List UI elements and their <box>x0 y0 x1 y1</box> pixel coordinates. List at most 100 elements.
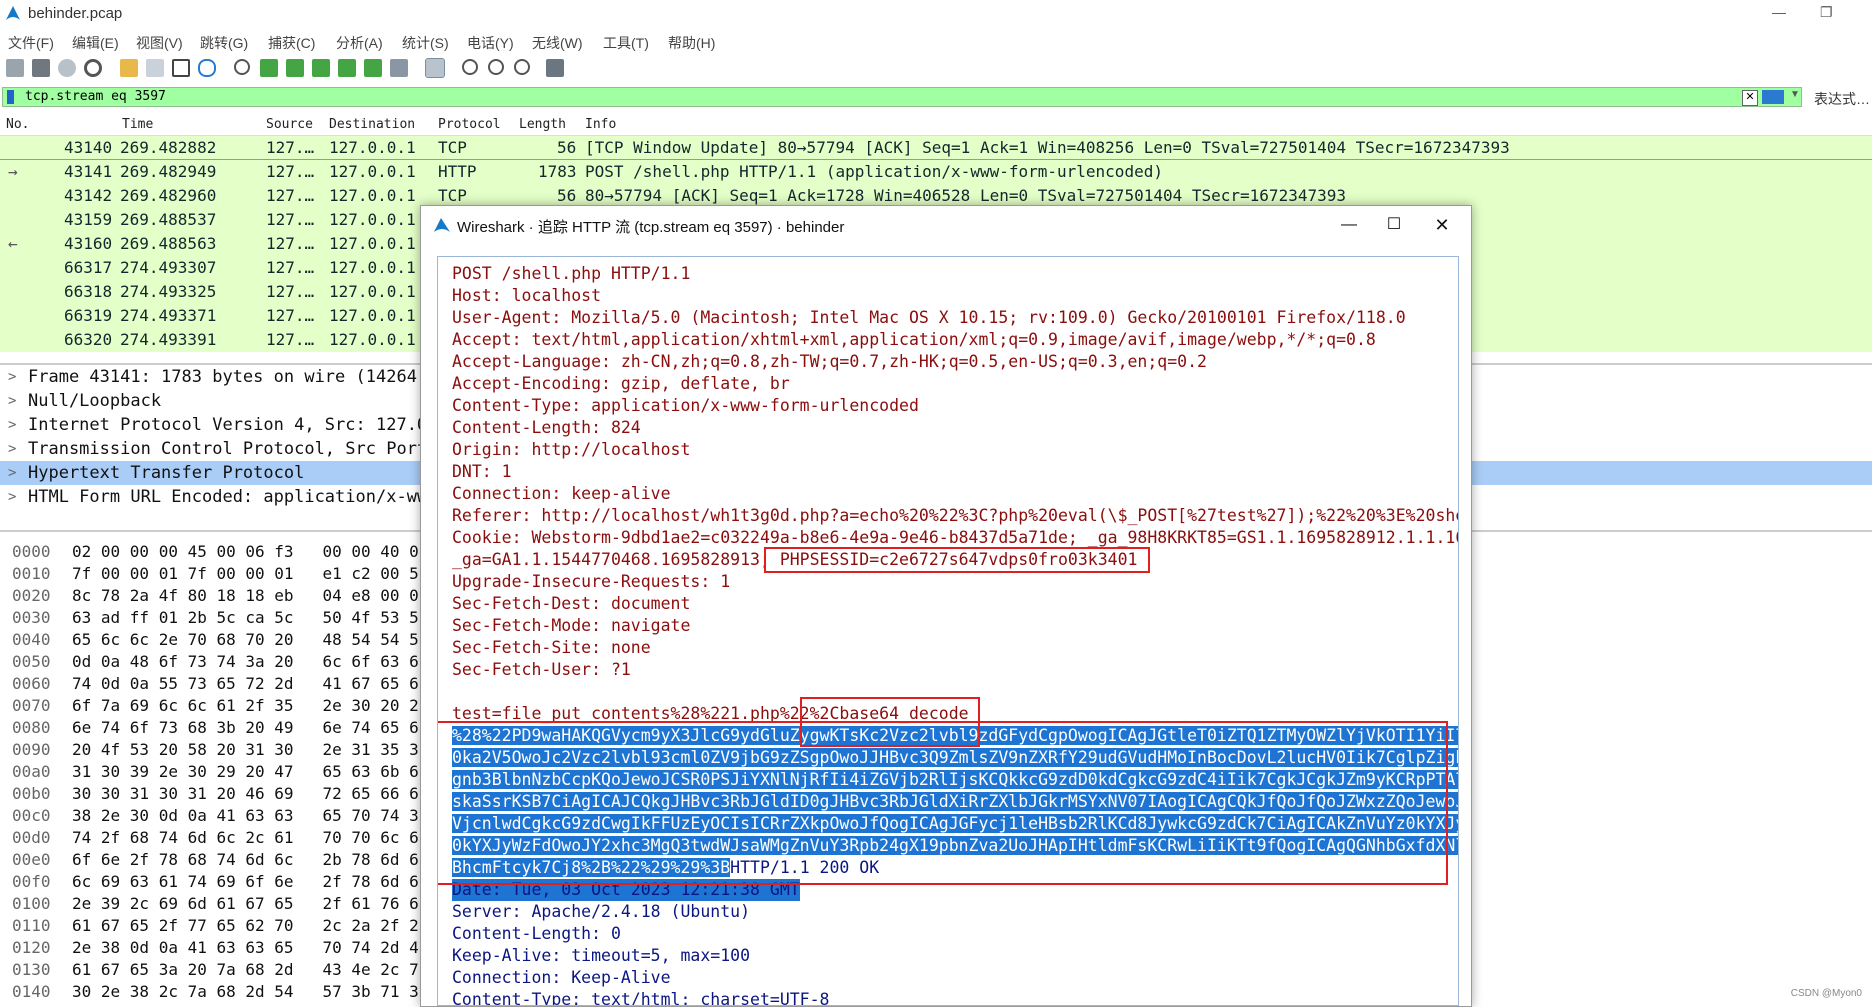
menu-statistics[interactable]: 统计(S) <box>402 33 449 53</box>
bytes-offset: 0110 <box>12 916 51 935</box>
packet-row[interactable]: 43140 269.482882 127.… 127.0.0.1 TCP 56 … <box>0 136 1872 160</box>
bytes-offset: 0090 <box>12 740 51 759</box>
bytes-offset: 00d0 <box>12 828 51 847</box>
expand-arrow-icon[interactable]: > <box>8 389 16 413</box>
close-file-icon[interactable] <box>172 59 190 77</box>
menu-wireless[interactable]: 无线(W) <box>532 33 583 53</box>
bytes-hex: 61 67 65 2f 77 65 62 70 2c 2a 2f 2 <box>72 916 419 935</box>
payload-selected-text: 0ka2V5OwoJc2Vzc2lvbl93cml0ZV9jbG9zZSgpOw… <box>452 748 1458 767</box>
menu-tools[interactable]: 工具(T) <box>603 33 649 53</box>
bytes-hex: 0d 0a 48 6f 73 74 3a 20 6c 6f 63 6 <box>72 652 419 671</box>
display-filter-input[interactable]: tcp.stream eq 3597 <box>2 87 1802 107</box>
packet-info: [TCP Window Update] 80→57794 [ACK] Seq=1… <box>585 138 1510 157</box>
start-capture-icon[interactable] <box>6 59 24 77</box>
minimize-icon[interactable]: — <box>1772 4 1786 20</box>
expand-arrow-icon[interactable]: > <box>8 485 16 509</box>
zoom-in-icon[interactable] <box>462 59 478 75</box>
packet-row-selected[interactable]: → 43141 269.482949 127.… 127.0.0.1 HTTP … <box>0 159 1872 185</box>
request-line: _ga=GA1.1.1544770468.1695828913; PHPSESS… <box>452 550 1138 569</box>
expand-arrow-icon[interactable]: > <box>8 413 16 437</box>
packet-time: 274.493325 <box>120 282 217 301</box>
bytes-offset: 0010 <box>12 564 51 583</box>
first-packet-icon[interactable] <box>338 59 356 77</box>
request-line: DNT: 1 <box>452 462 512 481</box>
column-destination[interactable]: Destination <box>329 117 415 132</box>
expand-arrow-icon[interactable]: > <box>8 461 16 485</box>
filter-history-dropdown-icon[interactable]: ▼ <box>1790 89 1800 100</box>
go-forward-icon[interactable] <box>286 59 304 77</box>
detail-label: Null/Loopback <box>28 391 162 411</box>
dialog-maximize-icon[interactable]: ☐ <box>1371 212 1417 238</box>
dialog-close-icon[interactable]: ✕ <box>1419 212 1465 238</box>
bytes-offset: 0040 <box>12 630 51 649</box>
bytes-offset: 00c0 <box>12 806 51 825</box>
menu-analyze[interactable]: 分析(A) <box>336 33 383 53</box>
column-protocol[interactable]: Protocol <box>438 117 501 132</box>
packet-info: POST /shell.php HTTP/1.1 (application/x-… <box>585 162 1163 181</box>
display-filter-bar: tcp.stream eq 3597 ✕ ▼ 表达式… <box>0 86 1872 110</box>
payload-selected-text: 0kYXJyWzFdOwoJY2xhc3MgQ3twdWJsaWMgZnVuY3… <box>452 836 1458 855</box>
expression-button[interactable]: 表达式… <box>1814 89 1870 109</box>
bytes-hex: 2e 39 2c 69 6d 61 67 65 2f 61 76 6 <box>72 894 419 913</box>
wireshark-fin-icon <box>434 218 450 232</box>
find-packet-icon[interactable] <box>234 59 250 75</box>
packet-no: 43159 <box>64 210 113 229</box>
packet-time: 274.493391 <box>120 330 217 349</box>
go-to-packet-icon[interactable] <box>312 59 330 77</box>
resize-columns-icon[interactable] <box>546 59 564 77</box>
column-time[interactable]: Time <box>122 117 153 132</box>
restore-icon[interactable]: ❐ <box>1820 4 1833 21</box>
payload-selected-text: BhcmFtcyk7Cj8%2B%22%29%29%3B <box>452 858 731 877</box>
column-no[interactable]: No. <box>6 117 29 132</box>
packet-source: 127.… <box>266 186 315 205</box>
stream-content[interactable]: POST /shell.php HTTP/1.1 Host: localhost U… <box>437 256 1459 1006</box>
column-info[interactable]: Info <box>585 117 616 132</box>
dialog-minimize-icon[interactable]: — <box>1326 212 1372 238</box>
bytes-offset: 0140 <box>12 982 51 1001</box>
expand-arrow-icon[interactable]: > <box>8 437 16 461</box>
clear-filter-icon[interactable]: ✕ <box>1742 90 1758 106</box>
go-back-icon[interactable] <box>260 59 278 77</box>
follow-http-stream-dialog: Wireshark · 追踪 HTTP 流 (tcp.stream eq 359… <box>420 205 1472 1007</box>
menu-capture[interactable]: 捕获(C) <box>268 33 315 53</box>
last-packet-icon[interactable] <box>364 59 382 77</box>
menu-edit[interactable]: 编辑(E) <box>72 33 119 53</box>
reload-icon[interactable] <box>198 59 216 77</box>
payload-selected-text: VjcnlwdCgkcG9zdCwgIkFFUzEyOCIsICRrZXkpOw… <box>452 814 1458 833</box>
menu-file[interactable]: 文件(F) <box>8 33 54 53</box>
restart-capture-icon[interactable] <box>58 59 76 77</box>
bytes-hex: 30 30 31 30 31 20 46 69 72 65 66 6 <box>72 784 419 803</box>
capture-options-icon[interactable] <box>84 59 102 77</box>
menu-telephony[interactable]: 电话(Y) <box>467 33 514 53</box>
bytes-hex: 8c 78 2a 4f 80 18 18 eb 04 e8 00 0 <box>72 586 419 605</box>
packet-no: 43160 <box>64 234 113 253</box>
bytes-hex: 61 67 65 3a 20 7a 68 2d 43 4e 2c 7 <box>72 960 419 979</box>
menu-help[interactable]: 帮助(H) <box>668 33 715 53</box>
packet-source: 127.… <box>266 162 315 181</box>
column-length[interactable]: Length <box>519 117 566 132</box>
menu-go[interactable]: 跳转(G) <box>200 33 248 53</box>
save-file-icon[interactable] <box>146 59 164 77</box>
apply-filter-icon[interactable] <box>1762 90 1784 104</box>
watermark: CSDN @Myon0 <box>1790 988 1862 999</box>
bytes-offset: 0060 <box>12 674 51 693</box>
request-line: Accept-Encoding: gzip, deflate, br <box>452 374 790 393</box>
zoom-out-icon[interactable] <box>488 59 504 75</box>
colorize-icon[interactable] <box>425 58 445 78</box>
expand-arrow-icon[interactable]: > <box>8 365 16 389</box>
open-file-icon[interactable] <box>120 59 138 77</box>
request-line: Referer: http://localhost/wh1t3g0d.php?a… <box>452 506 1459 525</box>
column-source[interactable]: Source <box>266 117 313 132</box>
bytes-hex: 7f 00 00 01 7f 00 00 01 e1 c2 00 5 <box>72 564 419 583</box>
packet-protocol: HTTP <box>438 162 477 181</box>
bookmark-icon[interactable] <box>7 90 14 104</box>
bytes-offset: 0120 <box>12 938 51 957</box>
request-line: Sec-Fetch-Dest: document <box>452 594 691 613</box>
bytes-hex: 74 0d 0a 55 73 65 72 2d 41 67 65 6 <box>72 674 419 693</box>
stop-capture-icon[interactable] <box>32 59 50 77</box>
menu-view[interactable]: 视图(V) <box>136 33 183 53</box>
autoscroll-icon[interactable] <box>390 59 408 77</box>
detail-label: HTML Form URL Encoded: application/x-ww <box>28 487 428 507</box>
zoom-normal-icon[interactable] <box>514 59 530 75</box>
bytes-offset: 00a0 <box>12 762 51 781</box>
